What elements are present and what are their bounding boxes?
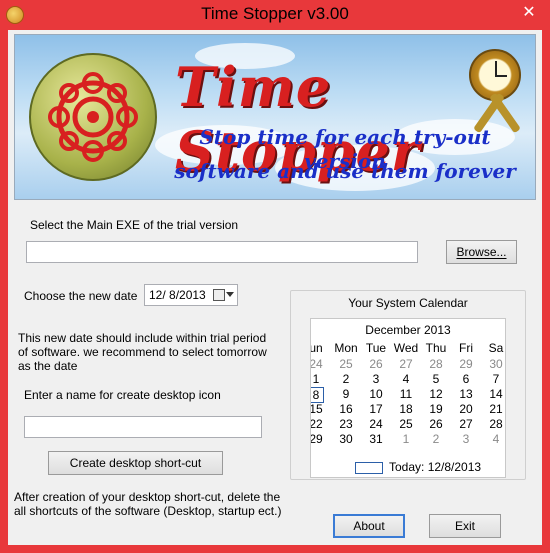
- calendar-day[interactable]: 31: [361, 432, 391, 446]
- calendar-day[interactable]: 24: [311, 357, 331, 371]
- calendar-week-row: 8 9 10 11 12 13 14: [311, 387, 505, 403]
- calendar-day[interactable]: 2: [421, 432, 451, 446]
- calendar-day[interactable]: 25: [391, 417, 421, 431]
- close-button[interactable]: ✕: [512, 2, 546, 24]
- calendar-day[interactable]: 5: [421, 372, 451, 386]
- shortcut-note: After creation of your desktop short-cut…: [14, 490, 282, 518]
- chevron-down-icon[interactable]: [226, 292, 234, 297]
- calendar-day[interactable]: 19: [421, 402, 451, 416]
- dow-label: Wed: [393, 341, 419, 355]
- window-title: Time Stopper v3.00: [201, 4, 349, 23]
- dow-label: un: [310, 341, 323, 355]
- shortcut-label: Enter a name for create desktop icon: [24, 388, 221, 402]
- calendar-day[interactable]: 22: [311, 417, 331, 431]
- info-text: This new date should include within tria…: [18, 331, 267, 373]
- calendar-day[interactable]: 30: [331, 432, 361, 446]
- calendar-today[interactable]: Today: 12/8/2013: [355, 460, 481, 474]
- month-calendar[interactable]: December 2013 un Mon Tue Wed Thu Fri Sa …: [310, 318, 506, 478]
- banner-image: Time Stopper Stop time for each try-out …: [14, 34, 536, 200]
- calendar-days-of-week: un Mon Tue Wed Thu Fri Sa: [310, 341, 505, 356]
- calendar-day[interactable]: 27: [451, 417, 481, 431]
- about-label: About: [353, 519, 385, 533]
- calendar-day[interactable]: 17: [361, 402, 391, 416]
- calendar-week-row: 15 16 17 18 19 20 21: [311, 402, 505, 417]
- today-label: Today: 12/8/2013: [389, 460, 482, 474]
- calendar-day[interactable]: 28: [481, 417, 505, 431]
- calendar-day[interactable]: 7: [481, 372, 505, 386]
- tools-icon: [473, 92, 523, 135]
- calendar-day[interactable]: 6: [451, 372, 481, 386]
- calendar-day[interactable]: 8: [311, 387, 324, 403]
- calendar-day[interactable]: 13: [451, 387, 481, 401]
- calendar-icon[interactable]: [213, 289, 225, 301]
- calendar-day[interactable]: 15: [311, 402, 331, 416]
- calendar-week-row: 1234567: [311, 372, 505, 387]
- calendar-day[interactable]: 10: [361, 387, 391, 401]
- calendar-day[interactable]: 26: [421, 417, 451, 431]
- date-label: Choose the new date: [24, 289, 138, 303]
- about-button[interactable]: About: [333, 514, 405, 538]
- date-value: 12/ 8/2013: [149, 288, 206, 302]
- calendar-day[interactable]: 1: [391, 432, 421, 446]
- calendar-day[interactable]: 29: [311, 432, 331, 446]
- calendar-day[interactable]: 9: [331, 387, 361, 401]
- calendar-day[interactable]: 12: [421, 387, 451, 401]
- calendar-day[interactable]: 23: [331, 417, 361, 431]
- calendar-day[interactable]: 28: [421, 357, 451, 371]
- exe-path-input[interactable]: [26, 241, 418, 263]
- medallion-logo: [29, 53, 157, 181]
- dow-label: Sa: [488, 341, 504, 355]
- calendar-week-row: 22 23 24 25 26 27 28: [311, 417, 505, 432]
- browse-label: Browse...: [456, 245, 507, 259]
- calendar-week-row: 24 25 26 27 28 29 30: [311, 357, 505, 372]
- calendar-month-title[interactable]: December 2013: [311, 323, 505, 337]
- calendar-day[interactable]: 21: [481, 402, 505, 416]
- dow-label: Thu: [425, 341, 447, 355]
- calendar-day[interactable]: 2: [331, 372, 361, 386]
- dow-label: Tue: [365, 341, 387, 355]
- date-picker[interactable]: 12/ 8/2013: [144, 284, 238, 306]
- calendar-day[interactable]: 27: [391, 357, 421, 371]
- calendar-day[interactable]: 11: [391, 387, 421, 401]
- calendar-day[interactable]: 4: [481, 432, 505, 446]
- exit-button[interactable]: Exit: [429, 514, 501, 538]
- dow-label: Fri: [459, 341, 473, 355]
- shortcut-name-input[interactable]: [24, 416, 262, 438]
- calendar-day[interactable]: 25: [331, 357, 361, 371]
- calendar-day[interactable]: 3: [361, 372, 391, 386]
- calendar-day[interactable]: 14: [481, 387, 505, 401]
- exe-label: Select the Main EXE of the trial version: [30, 218, 239, 232]
- calendar-day[interactable]: 1: [311, 372, 331, 386]
- banner-line2: software and use them forever: [174, 159, 516, 183]
- calendar-week-row: 29 30 31 1 2 3 4: [311, 432, 505, 447]
- main-window: Time Stopper Stop time for each try-out …: [8, 30, 542, 545]
- create-shortcut-button[interactable]: Create desktop short-cut: [48, 451, 223, 475]
- calendar-day[interactable]: 24: [361, 417, 391, 431]
- calendar-group-label: Your System Calendar: [348, 296, 468, 310]
- calendar-day[interactable]: 30: [481, 357, 505, 371]
- dow-label: Mon: [334, 341, 358, 355]
- title-bar[interactable]: Time Stopper v3.00 ✕: [0, 0, 550, 30]
- calendar-day[interactable]: 26: [361, 357, 391, 371]
- calendar-day[interactable]: 3: [451, 432, 481, 446]
- today-marker: [355, 461, 383, 474]
- calendar-day[interactable]: 20: [451, 402, 481, 416]
- calendar-day[interactable]: 4: [391, 372, 421, 386]
- calendar-day[interactable]: 18: [391, 402, 421, 416]
- browse-button[interactable]: Browse...: [446, 240, 517, 264]
- calendar-day[interactable]: 29: [451, 357, 481, 371]
- calendar-day[interactable]: 16: [331, 402, 361, 416]
